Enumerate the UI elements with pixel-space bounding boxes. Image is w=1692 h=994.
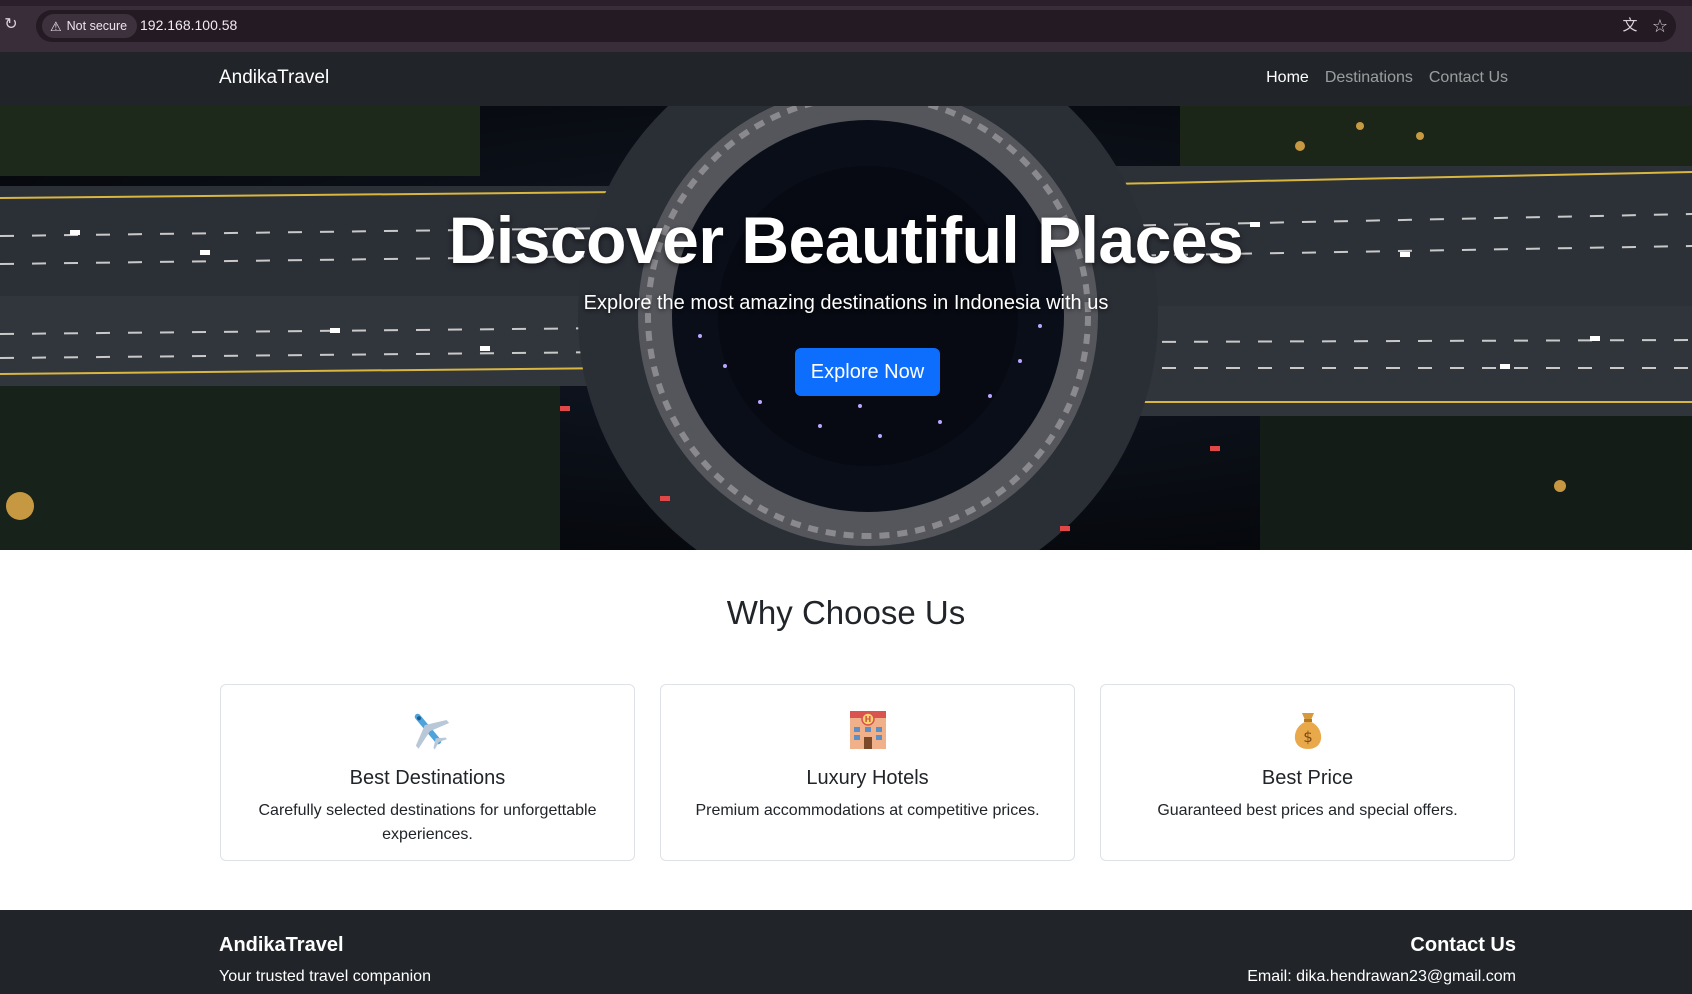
warning-icon: ⚠ xyxy=(50,18,62,34)
site-footer: AndikaTravel Your trusted travel compani… xyxy=(0,910,1692,994)
footer-contact-title: Contact Us xyxy=(1410,934,1516,956)
hero-subtitle: Explore the most amazing destinations in… xyxy=(583,292,1109,314)
card-text: Premium accommodations at competitive pr… xyxy=(695,802,1040,819)
svg-text:$: $ xyxy=(1303,728,1313,746)
feature-card-destinations: Best Destinations Carefully selected des… xyxy=(220,684,635,861)
money-bag-icon: $ xyxy=(1101,707,1514,751)
feature-card-price: $ Best Price Guaranteed best prices and … xyxy=(1100,684,1515,861)
footer-brand: AndikaTravel xyxy=(219,934,344,956)
star-icon[interactable]: ☆ xyxy=(1650,16,1670,36)
nav-link-destinations[interactable]: Destinations xyxy=(1325,69,1413,87)
site-navbar: AndikaTravel Home Destinations Contact U… xyxy=(0,52,1692,106)
footer-tagline: Your trusted travel companion xyxy=(219,968,431,985)
nav-links: Home Destinations Contact Us xyxy=(1266,69,1508,87)
card-title: Best Destinations xyxy=(349,767,506,789)
translate-icon[interactable]: 文 xyxy=(1620,16,1640,36)
card-title: Luxury Hotels xyxy=(806,767,929,789)
airplane-icon xyxy=(221,707,634,751)
nav-link-home[interactable]: Home xyxy=(1266,69,1309,87)
explore-now-button[interactable]: Explore Now xyxy=(795,348,940,396)
card-text: Carefully selected destinations for unfo… xyxy=(258,802,597,843)
hotel-icon: H xyxy=(661,707,1074,751)
feature-card-hotels: H Luxury Hotels Premium accommodations a… xyxy=(660,684,1075,861)
security-label: Not secure xyxy=(66,19,128,33)
footer-email: Email: dika.hendrawan23@gmail.com xyxy=(1247,968,1516,985)
navbar-brand[interactable]: AndikaTravel xyxy=(219,67,329,89)
security-indicator[interactable]: ⚠ Not secure xyxy=(42,14,138,38)
card-title: Best Price xyxy=(1261,767,1354,789)
browser-toolbar: ↻ ⚠ Not secure 192.168.100.58 文 ☆ xyxy=(0,0,1692,52)
nav-link-contact[interactable]: Contact Us xyxy=(1429,69,1508,87)
url-text[interactable]: 192.168.100.58 xyxy=(140,17,237,33)
tab-strip xyxy=(0,0,1692,6)
hero-content: Discover Beautiful Places Explore the mo… xyxy=(0,106,1692,550)
svg-text:H: H xyxy=(864,715,871,724)
hero-section: Discover Beautiful Places Explore the mo… xyxy=(0,106,1692,550)
address-bar[interactable]: ⚠ Not secure 192.168.100.58 文 ☆ xyxy=(36,10,1676,42)
reload-icon[interactable]: ↻ xyxy=(2,16,20,34)
card-text: Guaranteed best prices and special offer… xyxy=(1157,802,1458,819)
section-title: Why Choose Us xyxy=(726,594,966,631)
hero-title: Discover Beautiful Places xyxy=(448,203,1244,277)
